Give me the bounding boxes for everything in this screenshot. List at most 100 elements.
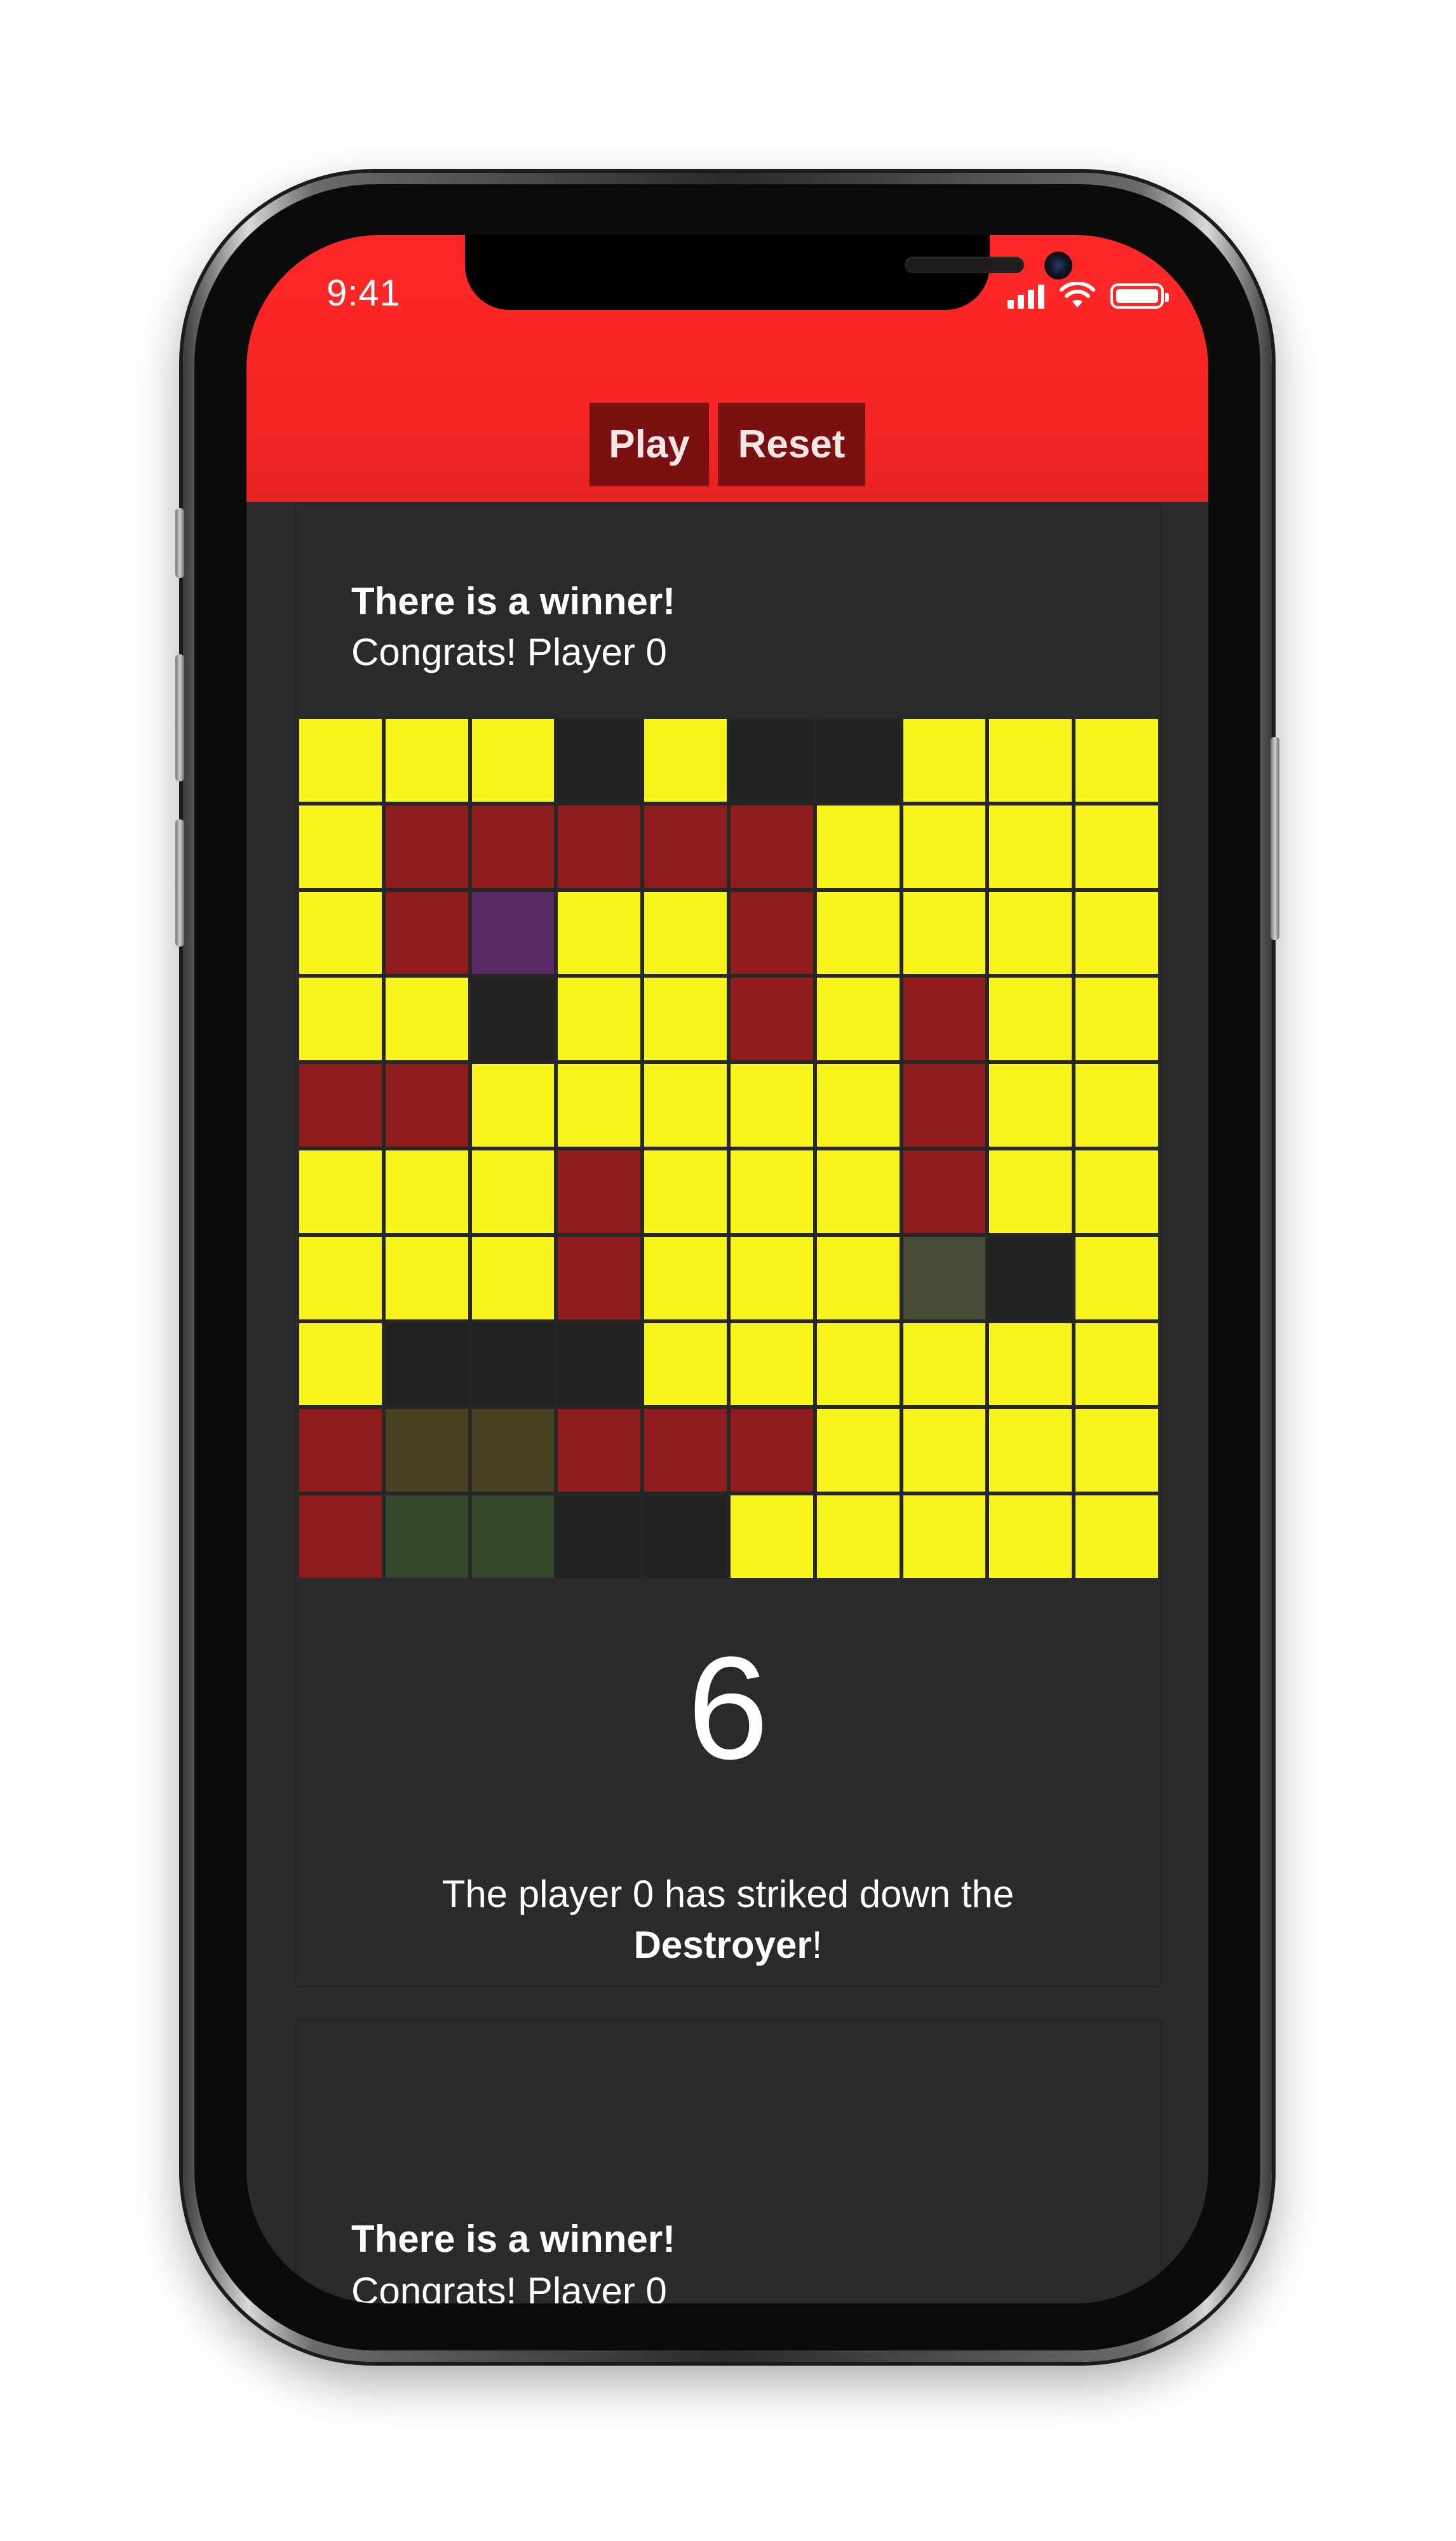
board-cell-empty-dark[interactable] (385, 1323, 468, 1406)
board-cell-yellow[interactable] (903, 1409, 986, 1492)
board-cell-yellow[interactable] (299, 805, 382, 888)
board-cell-purple[interactable] (471, 891, 555, 974)
board-cell-empty-dark[interactable] (558, 1323, 641, 1406)
board-cell-yellow[interactable] (816, 1323, 900, 1406)
board-cell-yellow[interactable] (731, 1064, 813, 1147)
board-cell-yellow[interactable] (385, 978, 468, 1061)
board-cell-hit-red[interactable] (558, 805, 641, 888)
board-cell-hit-red[interactable] (903, 1064, 986, 1147)
board-cell-yellow[interactable] (385, 719, 468, 802)
board-cell-hit-red[interactable] (731, 891, 813, 974)
board-cell-yellow[interactable] (471, 1150, 555, 1233)
board-cell-yellow[interactable] (644, 978, 727, 1061)
board-cell-yellow[interactable] (989, 978, 1072, 1061)
board-cell-hit-red[interactable] (644, 805, 727, 888)
board-cell-hit-red[interactable] (385, 805, 468, 888)
board-cell-brown-olive[interactable] (471, 1409, 555, 1492)
board-cell-yellow[interactable] (816, 1495, 900, 1578)
board-cell-yellow[interactable] (989, 1150, 1072, 1233)
board-cell-hit-red[interactable] (385, 1064, 468, 1147)
board-cell-yellow[interactable] (989, 891, 1072, 974)
board-cell-hit-red[interactable] (299, 1409, 382, 1492)
board-cell-yellow[interactable] (299, 1236, 382, 1319)
board-cell-yellow[interactable] (1075, 978, 1158, 1061)
board-cell-hit-red[interactable] (731, 1409, 813, 1492)
board-cell-olive-gray[interactable] (903, 1236, 986, 1319)
board-cell-empty-dark[interactable] (471, 1323, 555, 1406)
board-cell-yellow[interactable] (1075, 1495, 1158, 1578)
board-cell-yellow[interactable] (1075, 719, 1158, 802)
board-cell-yellow[interactable] (385, 1236, 468, 1319)
board-cell-yellow[interactable] (471, 1064, 555, 1147)
board-cell-hit-red[interactable] (903, 978, 986, 1061)
board-cell-empty-dark[interactable] (558, 1495, 641, 1578)
board-cell-yellow[interactable] (731, 1323, 813, 1406)
play-button[interactable]: Play (590, 403, 709, 485)
board-cell-yellow[interactable] (989, 1323, 1072, 1406)
board-cell-hit-red[interactable] (385, 891, 468, 974)
board-cell-yellow[interactable] (731, 1150, 813, 1233)
board-cell-hit-red[interactable] (558, 1236, 641, 1319)
board-cell-yellow[interactable] (816, 1409, 900, 1492)
board-cell-yellow[interactable] (299, 1150, 382, 1233)
board-cell-yellow[interactable] (1075, 1236, 1158, 1319)
board-cell-hit-red[interactable] (903, 1150, 986, 1233)
board-cell-hit-red[interactable] (731, 805, 813, 888)
board-cell-yellow[interactable] (644, 1236, 727, 1319)
board-cell-hit-red[interactable] (558, 1150, 641, 1233)
board-cell-yellow[interactable] (731, 1495, 813, 1578)
board-cell-hit-red[interactable] (299, 1064, 382, 1147)
board-cell-yellow[interactable] (989, 719, 1072, 802)
board-cell-yellow[interactable] (385, 1150, 468, 1233)
board-cell-yellow[interactable] (1075, 805, 1158, 888)
board-cell-yellow[interactable] (1075, 1323, 1158, 1406)
board-cell-dark-green[interactable] (471, 1495, 555, 1578)
board-cell-yellow[interactable] (903, 719, 986, 802)
board-cell-hit-red[interactable] (471, 805, 555, 888)
board-cell-yellow[interactable] (816, 1150, 900, 1233)
board-cell-yellow[interactable] (1075, 891, 1158, 974)
board-cell-yellow[interactable] (471, 1236, 555, 1319)
board-cell-yellow[interactable] (1075, 1409, 1158, 1492)
board-cell-empty-dark[interactable] (989, 1236, 1072, 1319)
board-cell-yellow[interactable] (558, 1064, 641, 1147)
board-cell-yellow[interactable] (1075, 1150, 1158, 1233)
board-cell-yellow[interactable] (644, 1323, 727, 1406)
board-cell-yellow[interactable] (558, 891, 641, 974)
board-cell-empty-dark[interactable] (644, 1495, 727, 1578)
board-cell-hit-red[interactable] (299, 1495, 382, 1578)
board-cell-empty-dark[interactable] (471, 978, 555, 1061)
board-cell-yellow[interactable] (989, 1409, 1072, 1492)
board-cell-yellow[interactable] (903, 805, 986, 888)
board-cell-yellow[interactable] (816, 1236, 900, 1319)
board-cell-yellow[interactable] (299, 891, 382, 974)
board-cell-yellow[interactable] (471, 719, 555, 802)
board-cell-empty-dark[interactable] (558, 719, 641, 802)
board-cell-yellow[interactable] (299, 1323, 382, 1406)
board-cell-empty-dark[interactable] (816, 719, 900, 802)
board-cell-yellow[interactable] (731, 1236, 813, 1319)
board-cell-yellow[interactable] (989, 1495, 1072, 1578)
board-cell-dark-green[interactable] (385, 1495, 468, 1578)
board-cell-yellow[interactable] (1075, 1064, 1158, 1147)
board-cell-yellow[interactable] (299, 978, 382, 1061)
board-cell-yellow[interactable] (644, 719, 727, 802)
board-cell-yellow[interactable] (816, 978, 900, 1061)
board-cell-hit-red[interactable] (731, 978, 813, 1061)
board-cell-yellow[interactable] (989, 805, 1072, 888)
board-cell-hit-red[interactable] (558, 1409, 641, 1492)
board-cell-yellow[interactable] (816, 1064, 900, 1147)
board-cell-yellow[interactable] (903, 891, 986, 974)
board-cell-yellow[interactable] (816, 805, 900, 888)
board-cell-yellow[interactable] (989, 1064, 1072, 1147)
board-cell-yellow[interactable] (903, 1495, 986, 1578)
board-cell-yellow[interactable] (644, 1064, 727, 1147)
reset-button[interactable]: Reset (718, 403, 865, 485)
board-cell-yellow[interactable] (644, 1150, 727, 1233)
board-cell-brown-olive[interactable] (385, 1409, 468, 1492)
board-cell-yellow[interactable] (299, 719, 382, 802)
board-cell-hit-red[interactable] (644, 1409, 727, 1492)
board-cell-yellow[interactable] (903, 1323, 986, 1406)
board-cell-yellow[interactable] (644, 891, 727, 974)
board-cell-empty-dark[interactable] (731, 719, 813, 802)
